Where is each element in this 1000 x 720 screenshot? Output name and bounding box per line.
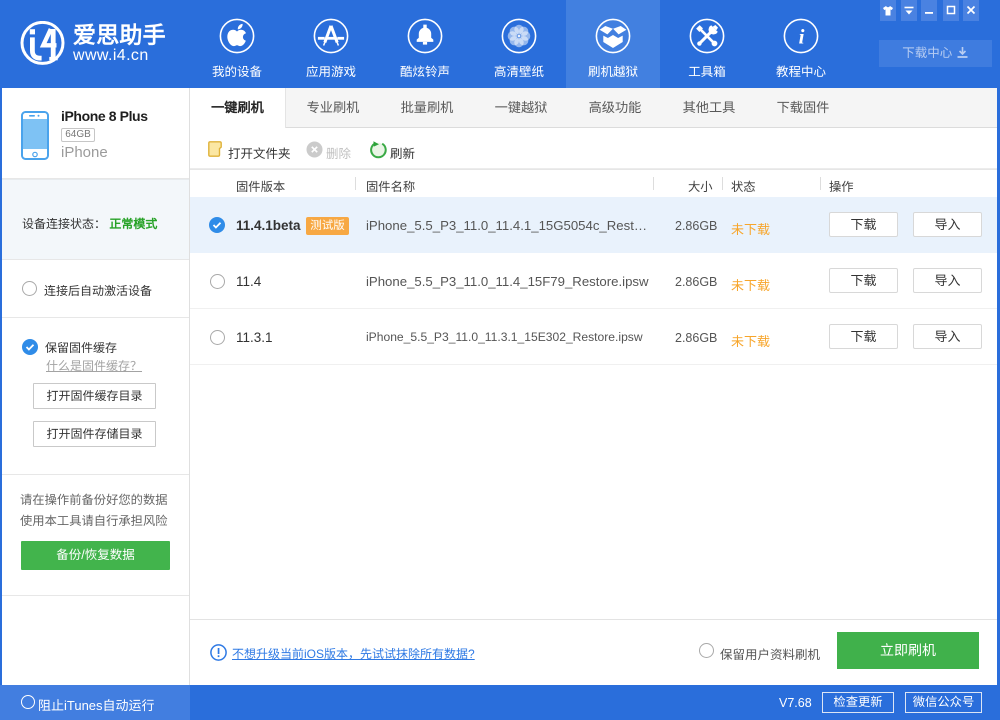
svg-text:i: i <box>799 25 805 49</box>
